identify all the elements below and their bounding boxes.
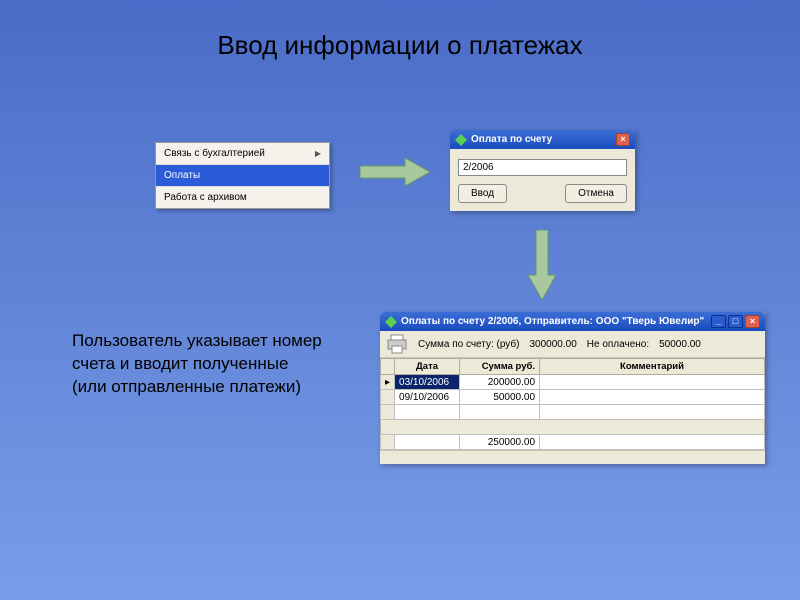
dialog-title: Оплаты по счету 2/2006, Отправитель: ООО… — [401, 316, 704, 327]
cell-amount[interactable]: 200000.00 — [460, 375, 540, 390]
row-indicator — [381, 390, 395, 405]
menu-item-archive[interactable]: Работа с архивом — [156, 187, 329, 208]
description-text: Пользователь указывает номер счета и вво… — [72, 330, 322, 399]
submit-button[interactable]: Ввод — [458, 184, 507, 203]
menu-item-label: Работа с архивом — [164, 192, 247, 203]
maximize-icon[interactable]: □ — [728, 315, 743, 328]
account-number-input[interactable] — [458, 159, 627, 176]
dialog-title: Оплата по счету — [471, 134, 552, 145]
cell-comment[interactable] — [540, 375, 765, 390]
slide-title: Ввод информации о платежах — [0, 30, 800, 61]
flow-arrow-down-icon — [528, 230, 556, 305]
row-header-corner — [381, 359, 395, 375]
dialog-titlebar: Оплата по счету × — [450, 130, 635, 149]
table-row[interactable]: ▸ 03/10/2006 200000.00 — [381, 375, 765, 390]
close-icon[interactable]: × — [745, 315, 760, 328]
payment-input-dialog: Оплата по счету × Ввод Отмена — [450, 130, 635, 211]
cell-date[interactable]: 03/10/2006 — [395, 375, 460, 390]
app-icon — [385, 316, 397, 328]
status-bar — [380, 450, 765, 464]
grid-gap — [381, 420, 765, 435]
close-icon[interactable]: × — [616, 133, 630, 146]
summary-value: 300000.00 — [529, 339, 576, 350]
submenu-arrow-icon: ▶ — [315, 149, 321, 158]
app-icon — [455, 134, 467, 146]
row-indicator-icon: ▸ — [381, 375, 395, 390]
flow-arrow-right-icon — [360, 158, 430, 191]
unpaid-value: 50000.00 — [659, 339, 701, 350]
column-header-date[interactable]: Дата — [395, 359, 460, 375]
dialog-toolbar: Сумма по счету: (руб) 300000.00 Не оплач… — [380, 331, 765, 358]
menu-item-payments[interactable]: Оплаты — [156, 165, 329, 187]
column-header-comment[interactable]: Комментарий — [540, 359, 765, 375]
print-icon[interactable] — [386, 334, 408, 354]
menu-item-accounting[interactable]: Связь с бухгалтерией ▶ — [156, 143, 329, 165]
table-total-row: 250000.00 — [381, 435, 765, 450]
cell-amount[interactable]: 50000.00 — [460, 390, 540, 405]
menu-item-label: Связь с бухгалтерией — [164, 148, 265, 159]
payments-grid[interactable]: Дата Сумма руб. Комментарий ▸ 03/10/2006… — [380, 358, 765, 450]
table-row[interactable]: 09/10/2006 50000.00 — [381, 390, 765, 405]
total-amount: 250000.00 — [460, 435, 540, 450]
column-header-amount[interactable]: Сумма руб. — [460, 359, 540, 375]
menu-item-label: Оплаты — [164, 170, 200, 181]
unpaid-label: Не оплачено: — [587, 339, 649, 350]
cell-date[interactable]: 09/10/2006 — [395, 390, 460, 405]
table-row[interactable] — [381, 405, 765, 420]
cell-comment[interactable] — [540, 390, 765, 405]
summary-label: Сумма по счету: (руб) — [418, 339, 519, 350]
cancel-button[interactable]: Отмена — [565, 184, 627, 203]
payments-list-dialog: Оплаты по счету 2/2006, Отправитель: ООО… — [380, 312, 765, 464]
dialog-titlebar: Оплаты по счету 2/2006, Отправитель: ООО… — [380, 312, 765, 331]
context-menu: Связь с бухгалтерией ▶ Оплаты Работа с а… — [155, 142, 330, 209]
minimize-icon[interactable]: _ — [711, 315, 726, 328]
